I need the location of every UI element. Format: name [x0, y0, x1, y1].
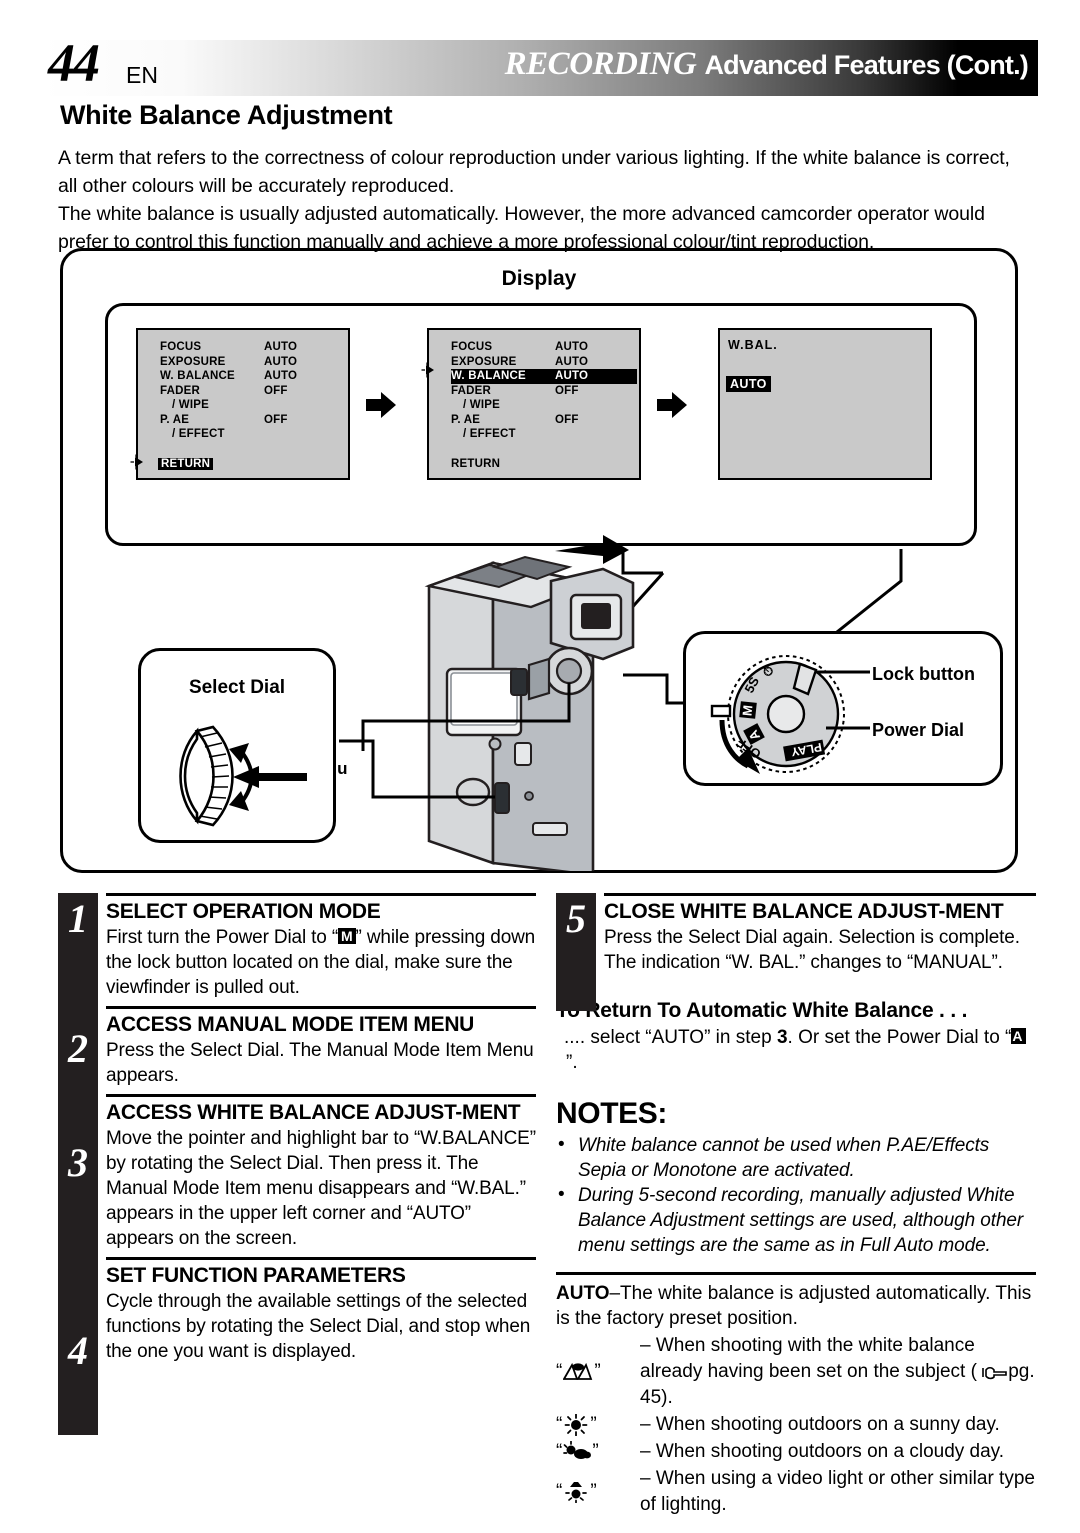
auto-text: –The white balance is adjusted automatic…: [556, 1283, 1032, 1329]
sunny-icon: [564, 1414, 588, 1436]
step-reference: 3: [776, 1027, 788, 1048]
pointing-hand-icon: [982, 1366, 1008, 1380]
step-4-body: Cycle through the available settings of …: [106, 1291, 531, 1362]
step-4: SET FUNCTION PARAMETERS Cycle through th…: [106, 1257, 536, 1370]
legend-text-tail: ).: [661, 1387, 673, 1408]
step-1-title: SELECT OPERATION MODE: [106, 900, 381, 923]
return-body-c: ”.: [566, 1052, 578, 1073]
step-4-title: SET FUNCTION PARAMETERS: [106, 1264, 406, 1287]
diagram-panel: Display FOCUS AUTO EXPOSURE AUTO W. BALA…: [60, 248, 1018, 873]
legend-row: “ ” – When shooting outdoors on a sunny …: [556, 1412, 1036, 1438]
legend-symbol: “ ”: [556, 1333, 640, 1411]
manual-white-balance-icon: [563, 1362, 593, 1380]
select-dial-label: Select Dial: [188, 677, 286, 698]
step-1: SELECT OPERATION MODE First turn the Pow…: [106, 893, 536, 1006]
step-2: ACCESS MANUAL MODE ITEM MENU Press the S…: [106, 1006, 536, 1094]
step-number-4: 4: [68, 1328, 88, 1373]
notes-list: White balance cannot be used when P.AE/E…: [556, 1132, 1036, 1258]
svg-text:M: M: [739, 704, 755, 716]
intro-paragraph-1: A term that refers to the correctness of…: [58, 147, 1010, 197]
header-title-rest: Advanced Features (Cont.): [704, 50, 1028, 80]
quote-close: ”: [592, 1441, 599, 1462]
auto-definition-section: AUTO–The white balance is adjusted autom…: [556, 1272, 1036, 1518]
return-to-auto-heading: To Return To Automatic White Balance . .…: [556, 999, 968, 1022]
step-number-3: 3: [68, 1140, 88, 1185]
step-2-body: Press the Select Dial. The Manual Mode I…: [106, 1040, 534, 1086]
step-number-2: 2: [68, 1026, 88, 1071]
cloudy-icon: [563, 1441, 592, 1459]
step-number-5: 5: [566, 896, 586, 941]
quote-open: “: [556, 1441, 563, 1462]
note-item: During 5-second recording, manually adju…: [556, 1182, 1036, 1258]
section-title: White Balance Adjustment: [60, 100, 393, 130]
legend-text-main: – When shooting with the white balance a…: [640, 1335, 977, 1382]
step-number-1: 1: [68, 896, 88, 941]
header-title-emphasis: RECORDING: [504, 46, 697, 82]
step-5-body: Press the Select Dial again. Selection i…: [604, 927, 1020, 973]
video-light-icon: [565, 1482, 588, 1503]
mode-a-icon: A: [1011, 1028, 1026, 1044]
mode-m-icon: M: [338, 928, 356, 944]
legend-symbol: “ ”: [556, 1439, 640, 1465]
legend-row: “ ” – When using a video light or other …: [556, 1466, 1036, 1518]
step-1-body-part-a: First turn the Power Dial to “: [106, 927, 339, 948]
power-dial-leader-lines: [816, 670, 870, 730]
quote-open: “: [556, 1481, 563, 1502]
auto-label: AUTO: [556, 1283, 610, 1304]
legend-text: – When shooting with the white balance a…: [640, 1333, 1036, 1411]
select-dial-callout: Select Dial: [138, 648, 336, 843]
quote-close: ”: [590, 1414, 597, 1435]
step-3-body: Move the pointer and highlight bar to “W…: [106, 1128, 536, 1249]
notes-heading: NOTES:: [556, 1097, 667, 1130]
return-body-a: .... select “AUTO” in step: [564, 1027, 777, 1048]
quote-open: “: [556, 1414, 563, 1435]
return-to-auto-body: .... select “AUTO” in step 3. Or set the…: [556, 1025, 1036, 1075]
step-5-title: CLOSE WHITE BALANCE ADJUST-MENT: [604, 900, 1004, 923]
legend-text: – When using a video light or other simi…: [640, 1468, 1035, 1515]
power-dial-label: Power Dial: [872, 720, 965, 740]
lock-button-label: Lock button: [872, 664, 975, 684]
step-3-title: ACCESS WHITE BALANCE ADJUST-MENT: [106, 1101, 521, 1124]
page-language-code: EN: [126, 62, 158, 88]
legend-row: “ ” – When shooting with the white balan…: [556, 1333, 1036, 1411]
auto-definition: AUTO–The white balance is adjusted autom…: [556, 1281, 1036, 1331]
quote-close: ”: [594, 1361, 601, 1382]
header-title: RECORDING Advanced Features (Cont.): [504, 46, 1029, 83]
intro-text: A term that refers to the correctness of…: [58, 144, 1016, 256]
quote-open: “: [556, 1361, 563, 1382]
step-5: CLOSE WHITE BALANCE ADJUST-MENT Press th…: [604, 893, 1036, 981]
power-dial-callout: ⏱ 5S M A OFF PLAY Lock button Power Dial: [683, 631, 1003, 786]
select-dial-rotate-icon: [179, 725, 307, 827]
legend-text: – When shooting outdoors on a cloudy day…: [640, 1441, 1005, 1462]
quote-close: ”: [590, 1481, 597, 1502]
legend-text: – When shooting outdoors on a sunny day.: [640, 1414, 1000, 1435]
steps-column-left: 1 2 3 4 SELECT OPERATION MODE First turn…: [58, 893, 536, 1435]
page-number: 44: [48, 33, 100, 93]
note-item: White balance cannot be used when P.AE/E…: [556, 1132, 1036, 1183]
white-balance-legend: “ ” – When shooting with the white balan…: [556, 1333, 1036, 1518]
step-3: ACCESS WHITE BALANCE ADJUST-MENT Move th…: [106, 1094, 536, 1257]
steps-column-right: 5 CLOSE WHITE BALANCE ADJUST-MENT Press …: [556, 893, 1036, 1519]
return-body-b: . Or set the Power Dial to “: [787, 1027, 1012, 1048]
legend-symbol: “ ”: [556, 1412, 640, 1438]
step-2-title: ACCESS MANUAL MODE ITEM MENU: [106, 1013, 475, 1036]
step-1-body: First turn the Power Dial to “M” while p…: [106, 925, 536, 1000]
legend-row: “ ” – When shooting outdoors on a cloudy: [556, 1439, 1036, 1465]
legend-symbol: “ ”: [556, 1466, 640, 1518]
